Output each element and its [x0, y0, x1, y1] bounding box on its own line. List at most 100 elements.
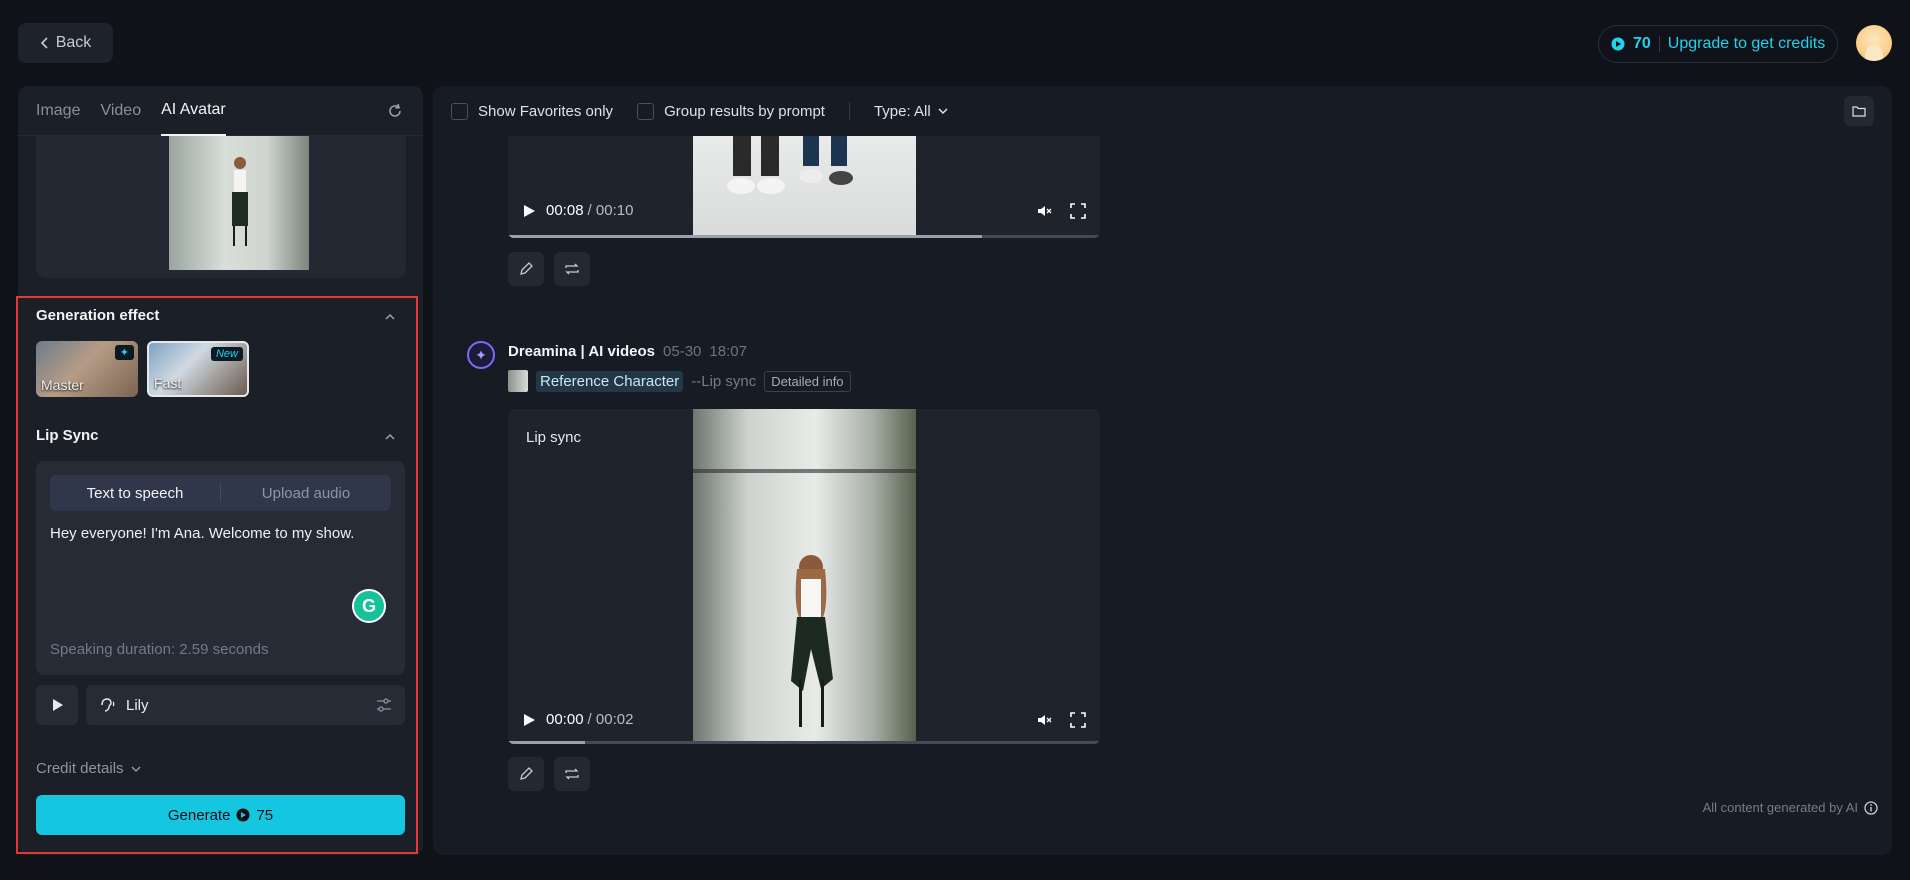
reference-card	[36, 136, 406, 278]
effect-label: Master	[41, 377, 84, 393]
mode-tabs: Image Video AI Avatar	[18, 86, 423, 136]
play-icon[interactable]	[522, 713, 536, 727]
repeat-icon	[565, 768, 579, 780]
regenerate-button[interactable]	[554, 757, 590, 791]
credits-pill[interactable]: 70 Upgrade to get credits	[1598, 25, 1838, 63]
current-time: 00:08	[546, 202, 584, 219]
generate-label: Generate	[167, 806, 231, 824]
video-player[interactable]: Lip sync 00:00 / 00:02	[508, 409, 1100, 744]
chevron-up-icon[interactable]	[383, 310, 397, 324]
credit-coin-icon	[236, 808, 250, 822]
info-icon[interactable]	[1864, 800, 1878, 815]
top-bar: Back 70 Upgrade to get credits	[0, 0, 1910, 86]
total-time: / 00:10	[587, 202, 634, 219]
generate-button[interactable]: Generate 75	[36, 795, 405, 835]
back-button[interactable]: Back	[18, 23, 113, 63]
text-to-speech-tab[interactable]: Text to speech	[50, 475, 220, 511]
chevron-down-icon	[131, 765, 141, 772]
upgrade-link[interactable]: Upgrade to get credits	[1668, 35, 1825, 53]
credit-count: 70	[1633, 35, 1651, 52]
reference-thumbnail	[508, 370, 528, 392]
voice-icon	[101, 698, 115, 712]
chevron-down-icon	[938, 108, 948, 115]
type-label: Type: All	[873, 102, 931, 120]
video-controls: 00:08 / 00:10	[508, 202, 1100, 219]
person-figure	[693, 469, 916, 727]
entry-date: 05-30	[663, 343, 702, 360]
video-frame	[693, 136, 916, 236]
sparkle-badge: ✦	[114, 345, 134, 360]
favorites-filter[interactable]: Show Favorites only	[451, 102, 614, 120]
effect-master[interactable]: ✦ Master	[36, 341, 138, 397]
lip-sync-mode-toggle: Text to speech Upload audio	[50, 475, 391, 511]
video-player[interactable]: 00:08 / 00:10	[508, 136, 1100, 238]
generate-cost: 75	[256, 806, 274, 824]
back-label: Back	[55, 34, 92, 51]
favorites-label: Show Favorites only	[478, 102, 614, 120]
refresh-icon[interactable]	[385, 101, 405, 121]
video-overlay-label: Lip sync	[526, 429, 582, 446]
tts-box: Text to speech Upload audio Hey everyone…	[36, 461, 405, 675]
folder-icon	[1852, 106, 1866, 117]
detailed-info-button[interactable]: Detailed info	[764, 370, 851, 392]
mute-icon[interactable]	[1036, 712, 1052, 728]
divider	[1658, 36, 1660, 52]
entry-title: Dreamina | AI videos 05-30 18:07	[508, 343, 747, 360]
group-filter[interactable]: Group results by prompt	[637, 102, 825, 120]
progress-fill	[508, 741, 585, 744]
play-icon	[53, 699, 63, 711]
dreamina-logo-icon: ✦	[467, 341, 495, 369]
legs-image	[727, 136, 853, 194]
voice-name: Lily	[126, 696, 149, 714]
reference-character-tag[interactable]: Reference Character	[536, 370, 684, 392]
speech-text-input[interactable]: Hey everyone! I'm Ana. Welcome to my sho…	[50, 525, 354, 542]
ai-disclaimer-text: All content generated by AI	[1702, 800, 1858, 815]
effect-label: Fast	[154, 375, 182, 391]
chevron-left-icon	[40, 37, 48, 49]
grammarly-icon[interactable]: G	[352, 589, 386, 623]
credit-details-toggle[interactable]: Credit details	[36, 760, 142, 777]
voice-selector[interactable]: Lily	[86, 685, 405, 725]
tab-image[interactable]: Image	[36, 86, 80, 136]
speaking-duration: Speaking duration: 2.59 seconds	[50, 641, 269, 658]
credit-coin-icon	[1611, 37, 1625, 51]
divider	[848, 102, 850, 120]
user-avatar[interactable]	[1856, 25, 1892, 61]
folder-button[interactable]	[1844, 96, 1874, 126]
edit-button[interactable]	[508, 252, 544, 286]
credit-details-label: Credit details	[36, 760, 124, 777]
progress-fill	[508, 235, 982, 238]
effect-fast[interactable]: New Fast	[147, 341, 249, 397]
chevron-up-icon[interactable]	[383, 430, 397, 444]
mode-tag: --Lip sync	[691, 372, 757, 390]
repeat-icon	[565, 263, 579, 275]
voice-preview-play-button[interactable]	[36, 685, 78, 725]
fullscreen-icon[interactable]	[1070, 202, 1086, 219]
video-progress-bar[interactable]	[508, 741, 1100, 744]
tab-ai-avatar[interactable]: AI Avatar	[161, 86, 226, 136]
favorites-checkbox[interactable]	[451, 102, 468, 120]
type-filter-dropdown[interactable]: Type: All	[874, 103, 949, 120]
edit-button[interactable]	[508, 757, 544, 791]
generation-effect-title: Generation effect	[36, 307, 160, 324]
settings-sliders-icon[interactable]	[375, 696, 393, 714]
group-label: Group results by prompt	[664, 102, 825, 120]
entry-time: 18:07	[709, 343, 747, 360]
regenerate-button[interactable]	[554, 252, 590, 286]
entry-meta: Reference Character --Lip sync Detailed …	[508, 370, 851, 392]
total-time: / 00:02	[587, 711, 634, 728]
group-checkbox[interactable]	[637, 102, 655, 120]
lip-sync-title: Lip Sync	[36, 427, 99, 444]
upload-audio-tab[interactable]: Upload audio	[221, 475, 391, 511]
video-progress-bar[interactable]	[508, 235, 1100, 238]
fullscreen-icon[interactable]	[1070, 711, 1086, 728]
results-toolbar: Show Favorites only Group results by pro…	[433, 86, 1892, 136]
play-icon[interactable]	[522, 204, 536, 218]
tab-video[interactable]: Video	[100, 86, 141, 136]
ai-disclaimer: All content generated by AI	[1703, 800, 1878, 815]
entry-source: Dreamina | AI videos	[508, 343, 656, 360]
reference-image[interactable]	[169, 136, 309, 270]
mute-icon[interactable]	[1036, 203, 1052, 219]
current-time: 00:00	[546, 711, 584, 728]
new-badge: New	[210, 347, 243, 361]
